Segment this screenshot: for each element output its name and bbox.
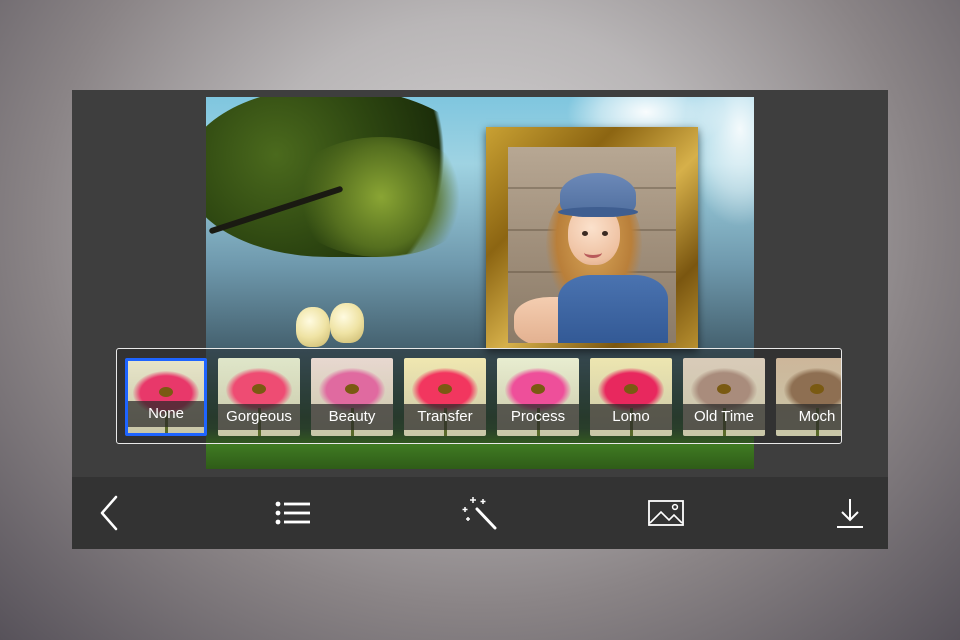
save-button[interactable] [830, 495, 870, 531]
filter-gorgeous[interactable]: Gorgeous [218, 358, 300, 436]
filter-label: Process [497, 404, 579, 430]
flower-center [438, 384, 452, 394]
girl-smile [584, 247, 602, 258]
filter-strip[interactable]: None Gorgeous Beauty Transfer Process Lomo Old… [116, 348, 842, 444]
filter-lomo[interactable]: Lomo [590, 358, 672, 436]
flower-center [159, 387, 173, 397]
filter-label: Beauty [311, 404, 393, 430]
girl-eye [602, 231, 608, 236]
magic-wand-icon [462, 497, 497, 530]
filter-label: Lomo [590, 404, 672, 430]
framed-photo [508, 147, 676, 343]
back-icon [100, 495, 118, 531]
filter-none[interactable]: None [125, 358, 207, 436]
girl-hat-brim [558, 207, 638, 217]
girl-dress [558, 275, 668, 343]
filter-old-time[interactable]: Old Time [683, 358, 765, 436]
puppy [330, 303, 364, 343]
effects-button[interactable] [459, 495, 499, 531]
filter-label: Transfer [404, 404, 486, 430]
background-button[interactable] [646, 495, 686, 531]
filter-label: Moch [776, 404, 841, 430]
filter-label: None [128, 401, 204, 427]
flower-center [252, 384, 266, 394]
flower-center [717, 384, 731, 394]
flower-center [345, 384, 359, 394]
editor-panel [72, 90, 888, 549]
flower-center [624, 384, 638, 394]
bottom-toolbar [72, 477, 888, 549]
filter-label: Gorgeous [218, 404, 300, 430]
download-icon [837, 499, 863, 528]
photo-frame[interactable] [486, 127, 698, 349]
filter-label: Old Time [683, 404, 765, 430]
girl-eye [582, 231, 588, 236]
list-button[interactable] [273, 495, 313, 531]
filter-beauty[interactable]: Beauty [311, 358, 393, 436]
flower-center [810, 384, 824, 394]
puppy [296, 307, 330, 347]
flower-center [531, 384, 545, 394]
back-button[interactable] [94, 495, 134, 531]
image-icon [648, 500, 684, 526]
list-icon [275, 501, 310, 525]
filter-process[interactable]: Process [497, 358, 579, 436]
filter-transfer[interactable]: Transfer [404, 358, 486, 436]
filter-moch[interactable]: Moch [776, 358, 841, 436]
